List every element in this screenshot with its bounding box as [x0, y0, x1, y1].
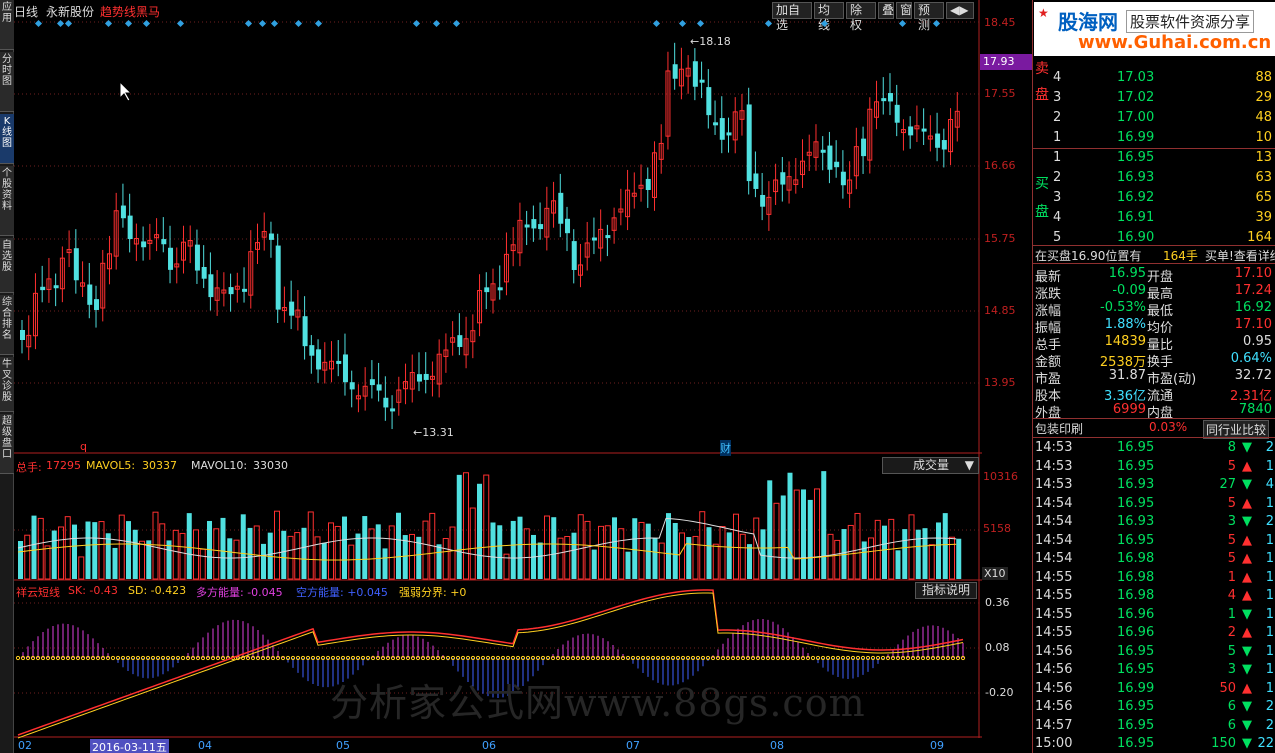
- indicator-axis-label: 0.08: [985, 641, 1010, 654]
- tick-row: 14:56 16.95 6 ▼ 2: [1035, 699, 1274, 714]
- tick-row: 14:57 16.95 6 ▼ 2: [1035, 717, 1274, 733]
- date-axis-label: 04: [198, 739, 212, 752]
- high-annotation: ←18.18: [690, 35, 731, 48]
- date-axis: 02 2016-03-11五 04 05 06 07 08 09: [14, 738, 982, 753]
- tick-row: 15:00 16.95 150 ▼ 22: [1035, 736, 1274, 751]
- arrow-down-icon: ▼: [1242, 477, 1252, 492]
- tick-row: 14:56 16.99 50 ▲ 1: [1035, 680, 1274, 696]
- quote-panel: 委卖盘买盘417.0388317.0229217.0048116.9910116…: [1032, 0, 1275, 753]
- date-axis-label: 2016-03-11五: [90, 739, 169, 753]
- sell-row: 3 17.02 29: [1053, 90, 1272, 105]
- arrow-down-icon: ▼: [1242, 643, 1252, 659]
- date-axis-label: 02: [18, 739, 32, 752]
- tick-row: 14:54 16.93 3 ▼ 2: [1035, 514, 1274, 529]
- star-icon: ★: [1038, 6, 1049, 20]
- buy-row: 1 16.95 13: [1053, 150, 1272, 165]
- indicator-axis-label: -0.20: [985, 686, 1014, 699]
- left-tab[interactable]: 分时图: [0, 52, 14, 112]
- tick-row: 14:54 16.98 5 ▲ 1: [1035, 551, 1274, 566]
- buy-row: 3 16.92 65: [1053, 190, 1272, 205]
- bid-info-line[interactable]: 在买盘16.90位置有 164手 买单!查看详细: [1033, 245, 1275, 264]
- tick-row: 14:54 16.95 5 ▲ 1: [1035, 495, 1274, 511]
- quote-row: 外盘 6999 内盘 7840: [1035, 402, 1272, 421]
- volume-indicator-dropdown[interactable]: 成交量 ▼: [882, 457, 979, 474]
- indicator-help-button[interactable]: 指标说明: [915, 582, 977, 599]
- tick-row: 14:53 16.93 27 ▼ 4: [1035, 477, 1274, 492]
- buy-row: 4 16.91 39: [1053, 210, 1272, 225]
- arrow-down-icon: ▼: [1242, 514, 1252, 529]
- arrow-up-icon: ▲: [1242, 588, 1252, 603]
- tick-row: 14:55 16.96 2 ▲ 1: [1035, 625, 1274, 640]
- left-tab[interactable]: K线图: [0, 114, 14, 164]
- sell-row: 1 16.99 10: [1053, 130, 1272, 145]
- left-tab[interactable]: 自选股: [0, 238, 14, 293]
- price-axis-label: 13.95: [984, 376, 1016, 389]
- arrow-up-icon: ▲: [1242, 532, 1252, 548]
- industry-row[interactable]: 包装印刷 0.03% 同行业比较: [1033, 418, 1275, 439]
- date-axis-label: 07: [626, 739, 640, 752]
- arrow-down-icon: ▼: [1242, 662, 1252, 677]
- kline-chart[interactable]: [14, 0, 1032, 753]
- date-axis-label: 09: [930, 739, 944, 752]
- tick-row: 14:55 16.98 1 ▲ 1: [1035, 569, 1274, 585]
- price-axis-label: 15.75: [984, 232, 1016, 245]
- arrow-down-icon: ▼: [1242, 606, 1252, 622]
- arrow-up-icon: ▲: [1242, 680, 1252, 696]
- sell-row: 2 17.00 48: [1053, 110, 1272, 125]
- date-axis-label: 05: [336, 739, 350, 752]
- chevron-down-icon: ▼: [964, 458, 974, 472]
- cai-marker[interactable]: 财: [720, 440, 731, 456]
- date-axis-label: 06: [482, 739, 496, 752]
- guhai-logo: 股海网 股票软件资源分享 www.Guhai.com.cn ★: [1034, 2, 1275, 56]
- arrow-down-icon: ▼: [1242, 736, 1252, 751]
- price-axis-label: 14.85: [984, 304, 1016, 317]
- arrow-up-icon: ▲: [1242, 458, 1252, 474]
- buy-row: 2 16.93 63: [1053, 170, 1272, 185]
- tick-row: 14:53 16.95 8 ▼ 2: [1035, 440, 1274, 455]
- arrow-up-icon: ▲: [1242, 551, 1252, 566]
- arrow-down-icon: ▼: [1242, 699, 1252, 714]
- left-tab[interactable]: 个股资料: [0, 166, 14, 236]
- arrow-down-icon: ▼: [1242, 717, 1252, 733]
- q-marker: q: [80, 440, 87, 453]
- indicator-axis-label: 0.36: [985, 596, 1010, 609]
- left-tab[interactable]: 超级盘口: [0, 414, 14, 474]
- arrow-up-icon: ▲: [1242, 569, 1252, 585]
- arrow-down-icon: ▼: [1242, 440, 1252, 455]
- price-axis-label: 16.66: [984, 159, 1016, 172]
- tick-row: 14:56 16.95 3 ▼ 1: [1035, 662, 1274, 677]
- tick-row: 14:53 16.95 5 ▲ 1: [1035, 458, 1274, 474]
- current-price-tag: 17.93: [980, 54, 1032, 70]
- tick-row: 14:56 16.95 5 ▼ 1: [1035, 643, 1274, 659]
- sell-row: 4 17.03 88: [1053, 70, 1272, 85]
- volume-axis-label: 5158: [983, 522, 1011, 535]
- date-axis-label: 08: [770, 739, 784, 752]
- price-axis-label: 17.55: [984, 87, 1016, 100]
- arrow-up-icon: ▲: [1242, 495, 1252, 511]
- tick-row: 14:55 16.98 4 ▲ 1: [1035, 588, 1274, 603]
- watermark: 分析家公式网www.88gs.com: [330, 681, 866, 725]
- volume-header: 总手: 17295 MAVOL5: 30337 MAVOL10: 33030: [16, 459, 288, 474]
- price-axis-label: 18.45: [984, 16, 1016, 29]
- volume-axis-label: 10316: [983, 470, 1018, 483]
- tick-row: 14:54 16.95 5 ▲ 1: [1035, 532, 1274, 548]
- left-tab[interactable]: 综合排名: [0, 295, 14, 355]
- indicator-header: 祥云短线 SK: -0.43 SD: -0.423 多方能量: -0.045 空…: [16, 584, 467, 599]
- arrow-up-icon: ▲: [1242, 625, 1252, 640]
- left-tab-bar: 应用分时图 K线图个股资料自选股综合排名牛叉诊股超级盘口: [0, 0, 14, 753]
- low-annotation: ←13.31: [413, 426, 454, 439]
- volume-unit: X10: [982, 567, 1008, 580]
- left-tab[interactable]: 牛叉诊股: [0, 357, 14, 412]
- left-tab[interactable]: 应用: [0, 0, 14, 50]
- tick-row: 14:55 16.96 1 ▼ 1: [1035, 606, 1274, 622]
